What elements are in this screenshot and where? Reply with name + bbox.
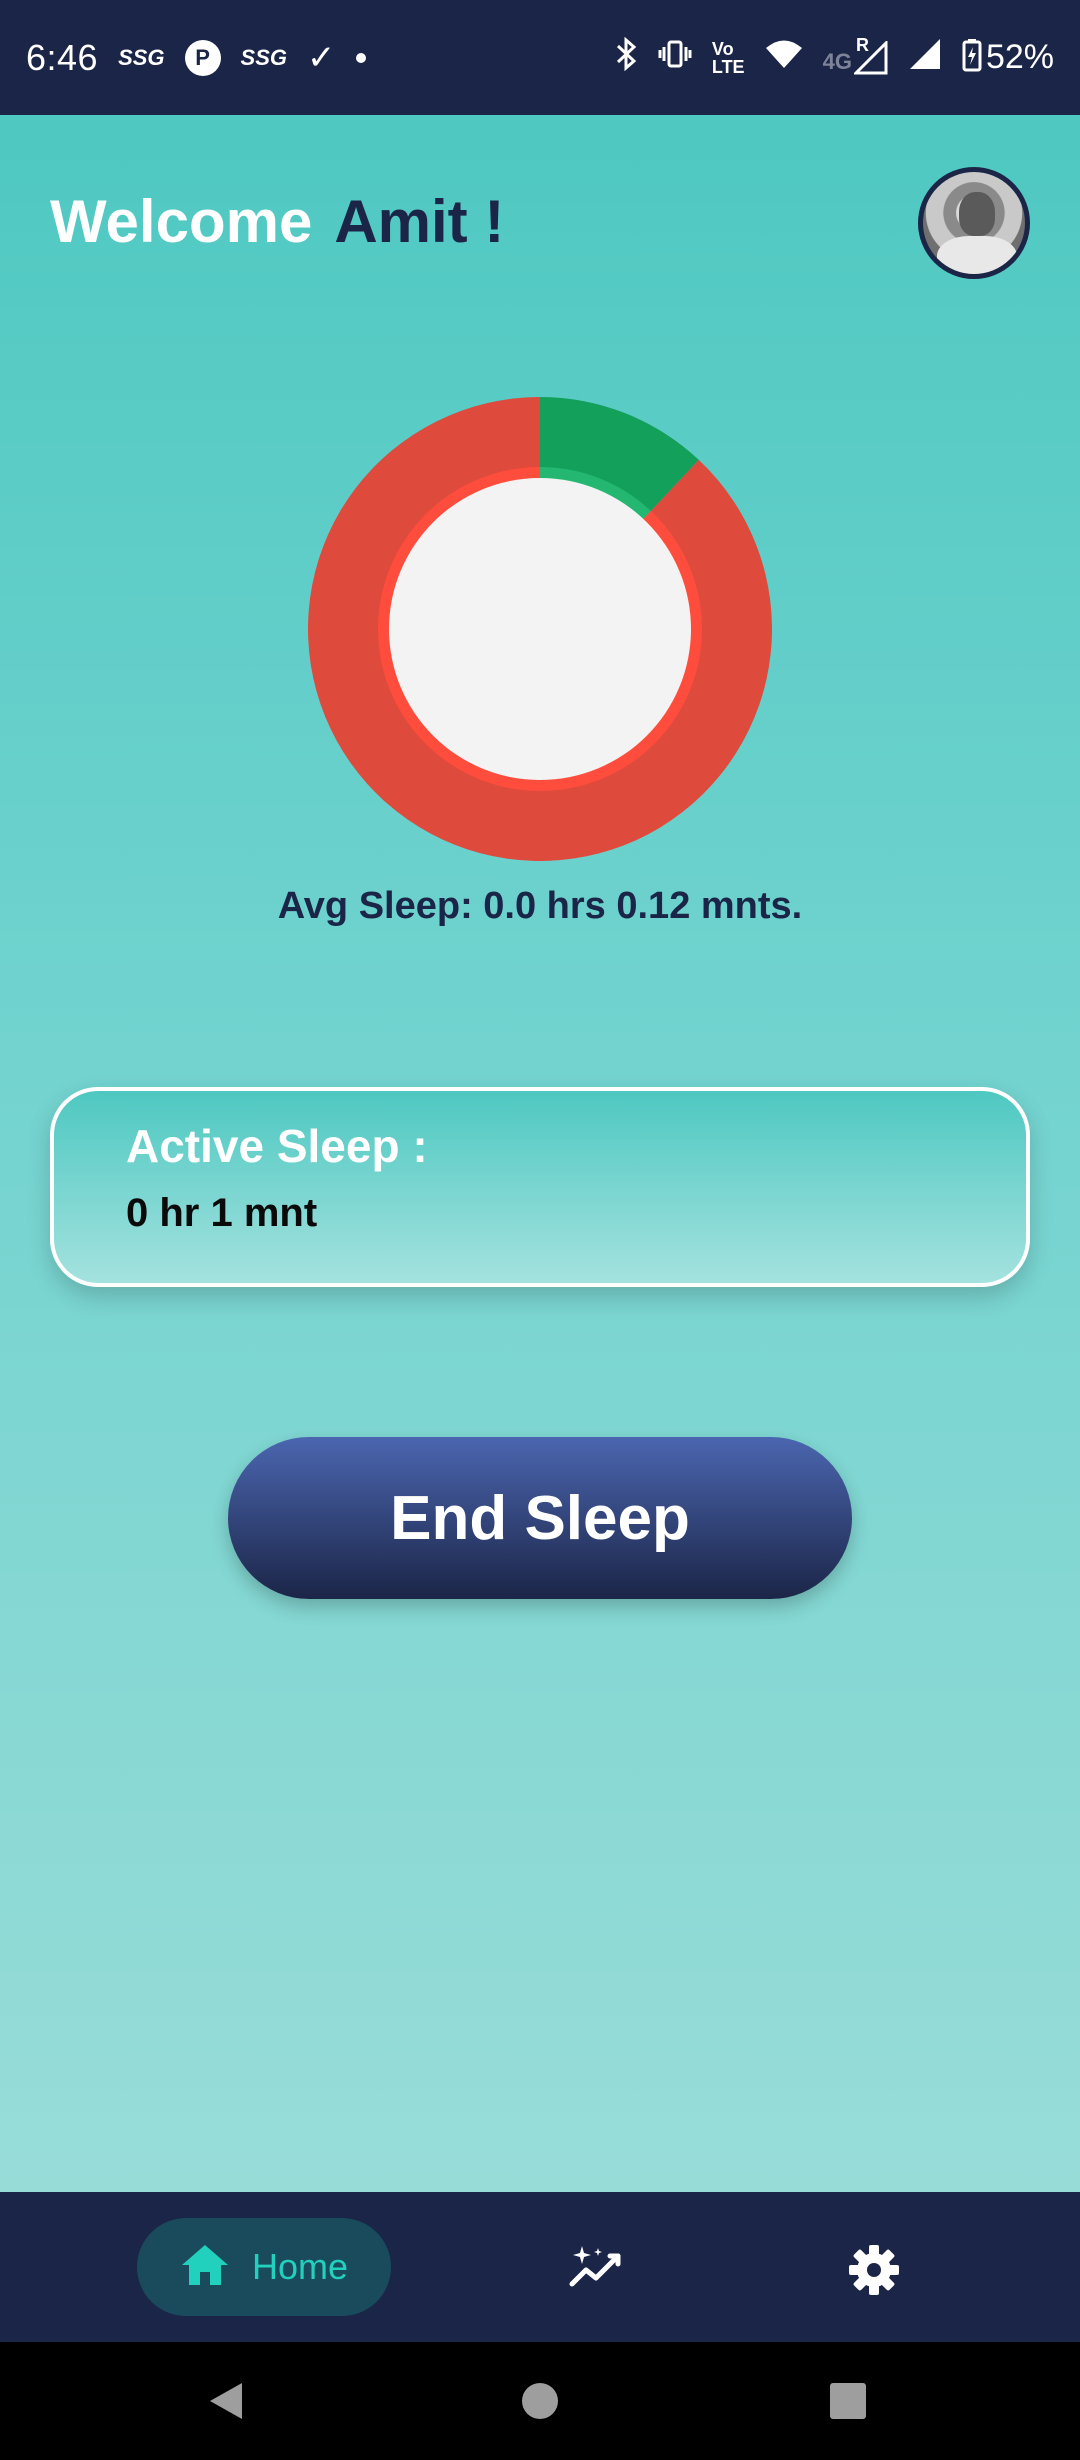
nav-home[interactable]: Home: [137, 2218, 391, 2316]
volte-top: Vo: [711, 38, 734, 59]
recents-button[interactable]: [828, 2380, 868, 2427]
vibrate-icon: [658, 39, 692, 77]
volte-icon: Vo LTE: [712, 40, 745, 76]
signal-icon: [908, 37, 942, 79]
donut-center: [389, 478, 691, 780]
app-circle-icon: P: [184, 39, 221, 76]
notification-dot-icon: [355, 52, 366, 63]
nav-settings[interactable]: [848, 2244, 900, 2301]
ssg-icon: SSG: [118, 44, 165, 70]
signal-roaming-icon: 4G R: [822, 35, 888, 75]
battery-group: 52%: [962, 38, 1054, 77]
signal-roaming: R: [852, 35, 888, 75]
recents-icon: [830, 2383, 866, 2419]
end-sleep-button[interactable]: End Sleep: [228, 1437, 852, 1599]
active-sleep-card: Active Sleep : 0 hr 1 mnt: [50, 1087, 1030, 1287]
main-content: Welcome Amit ! Avg Sleep: 0.0 hrs 0.12 m…: [0, 115, 1080, 2192]
status-left: 6:46 SSG P SSG ✓: [26, 37, 366, 79]
back-button[interactable]: [206, 2380, 246, 2427]
avatar-face: [959, 192, 995, 236]
home-circle-icon: [522, 2383, 558, 2419]
volte-bottom: LTE: [711, 56, 745, 77]
bluetooth-icon: [614, 36, 638, 79]
status-bar: 6:46 SSG P SSG ✓ Vo LTE 4G R 52%: [0, 0, 1080, 115]
battery-percent: 52%: [985, 38, 1054, 76]
user-name: Amit !: [334, 188, 505, 255]
gear-icon: [849, 2245, 899, 2295]
back-icon: [210, 2383, 242, 2419]
nav-home-label: Home: [251, 2246, 349, 2287]
status-right: Vo LTE 4G R 52%: [614, 35, 1054, 79]
battery-icon: [962, 38, 982, 77]
bottom-navigation: Home: [0, 2192, 1080, 2342]
avatar[interactable]: [918, 167, 1030, 279]
avatar-shirt: [937, 236, 1017, 274]
active-sleep-value: 0 hr 1 mnt: [126, 1191, 318, 1235]
nav-insights[interactable]: [568, 2244, 624, 2295]
wifi-icon: [765, 39, 803, 77]
active-sleep-title: Active Sleep :: [126, 1120, 428, 1172]
system-navigation: [0, 2342, 1080, 2460]
avg-sleep-text: Avg Sleep: 0.0 hrs 0.12 mnts.: [277, 885, 803, 927]
home-system-button[interactable]: [520, 2380, 560, 2427]
ssg-icon-2: SSG: [240, 44, 288, 70]
checkmark-icon: ✓: [307, 38, 336, 77]
network-type: 4G: [822, 48, 852, 74]
sleep-donut-chart: [308, 397, 772, 861]
home-icon: [180, 2243, 230, 2292]
welcome-text: Welcome: [50, 188, 313, 255]
roaming-label: R: [855, 34, 869, 55]
status-time: 6:46: [26, 36, 99, 78]
sparkle-trend-icon: [569, 2246, 621, 2287]
welcome-heading: Welcome Amit !: [50, 187, 504, 256]
